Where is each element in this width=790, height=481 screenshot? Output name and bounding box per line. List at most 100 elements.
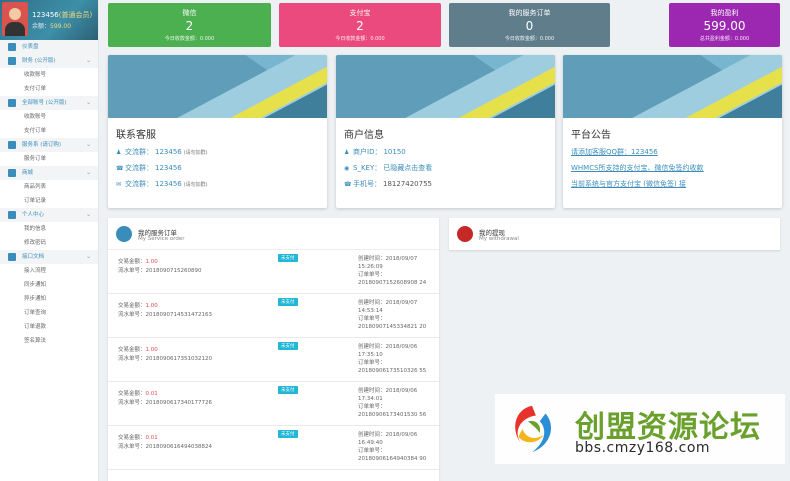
menu-icon (8, 169, 16, 177)
sidebar-item-label: 收款账号 (24, 72, 47, 78)
avatar[interactable] (2, 2, 28, 36)
sidebar-group-4[interactable]: 全部账号 (公开版) ⌄ (0, 96, 98, 110)
order-row[interactable]: 交易金额：1.00 流水单号：2018090617351032120 未支付 创建时间… (108, 338, 439, 382)
sidebar-item-label: 订单查询 (24, 310, 47, 316)
mail-icon: ✉ (116, 180, 122, 188)
balance: 余额：599.00 (32, 23, 72, 30)
menu-icon (8, 211, 16, 219)
sidebar-group-15[interactable]: 接口文档 ⌄ (0, 250, 98, 264)
user-icon: ♟ (116, 148, 122, 156)
sidebar-group-9[interactable]: 商城 ⌄ (0, 166, 98, 180)
sidebar-item-label: 服务订单 (24, 156, 47, 162)
merchant-id-row: ♟ 商户ID： 10150 (344, 148, 406, 156)
order-row[interactable]: 交易金额：1.00 流水单号：2018090714531472163 未支付 创建时间… (108, 294, 439, 338)
order-row[interactable]: 交易金额：0.01 流水单号：2018090616494038824 未支付 创建时间… (108, 426, 439, 470)
sidebar-item-10[interactable]: 商品列表 (0, 180, 98, 194)
reveal-key-link[interactable]: 已隐藏点击查看 (383, 163, 432, 173)
status-badge: 未支付 (278, 430, 298, 438)
status-badge: 未支付 (278, 254, 298, 262)
chevron-down-icon: ⌄ (85, 57, 91, 64)
order-amount: 交易金额：1.00 (118, 303, 158, 309)
order-row[interactable]: 交易金额：0.01 流水单号：2018090617340177726 未支付 创建时间… (108, 382, 439, 426)
stat-subtitle: 今日收款金额：0.000 (335, 36, 385, 42)
order-serial: 流水单号：2018090616494038824 (118, 444, 213, 450)
order-time: 创建时间：2018/09/07 14:53:14 订单单号： 20180907145… (358, 300, 427, 330)
notice-link[interactable]: 当前系统与官方支付宝 (微信免签) 接 (563, 179, 782, 189)
sidebar-group-0[interactable]: 仪表盘 (0, 40, 98, 54)
status-badge: 未支付 (278, 342, 298, 350)
status-badge: 未支付 (278, 298, 298, 306)
group-number[interactable]: 123456 (155, 164, 182, 172)
panel-subtitle: My Service order (138, 236, 185, 242)
menu-icon (8, 57, 16, 65)
sidebar-group-12[interactable]: 个人中心 ⌄ (0, 208, 98, 222)
sidebar-item-label: 签名算法 (24, 338, 47, 344)
sidebar: 123456(普通会员) 余额：599.00 仪表盘 财务 (公开版) ⌄ 收款账号支… (0, 0, 99, 481)
grid-icon (116, 226, 132, 242)
notice-card: 平台公告 请添加客服QQ群：123456 WHMCS所支持的支付宝、微信免签约收款… (563, 55, 782, 208)
support-card: 联系客服 ♟ 交流群： 123456 (请勿加群) ☎ 交流群： 123456 ✉ 交流群： 12… (108, 55, 327, 208)
sidebar-item-19[interactable]: 订单查询 (0, 306, 98, 320)
order-time: 创建时间：2018/09/06 16:49:40 订单单号： 20180906164… (358, 432, 427, 462)
order-amount: 交易金额：1.00 (118, 347, 158, 353)
eye-icon: ◉ (344, 164, 350, 172)
sidebar-item-label: 接入流程 (24, 268, 47, 274)
chevron-down-icon: ⌄ (85, 253, 91, 260)
panel-subtitle: My withdrawal (479, 236, 519, 242)
sidebar-item-label: 接口文档 (22, 254, 45, 260)
merchant-key-row: ◉ S_KEY： 已隐藏点击查看 (344, 163, 433, 173)
order-row[interactable]: 交易金额：1.00 流水单号：2018090715260890 未支付 创建时间：20… (108, 250, 439, 294)
notice-link[interactable]: WHMCS所支持的支付宝、微信免签约收款 (563, 163, 782, 173)
stat-card-0[interactable]: 微信 2 今日收款金额：0.000 (108, 3, 271, 47)
withdrawal-panel: 我的提现 My withdrawal (449, 218, 780, 250)
sidebar-item-label: 修改密码 (24, 240, 47, 246)
card-title: 商户信息 (344, 130, 384, 141)
sidebar-item-13[interactable]: 我的信息 (0, 222, 98, 236)
sidebar-item-label: 订单记录 (24, 198, 47, 204)
sidebar-item-16[interactable]: 接入流程 (0, 264, 98, 278)
order-time: 创建时间：2018/09/07 15:26:09 订单单号： 20180907152… (358, 256, 427, 286)
user-icon: ♟ (344, 148, 350, 156)
group-number[interactable]: 123456 (155, 180, 182, 188)
sidebar-item-label: 财务 (公开版) (22, 58, 56, 64)
sidebar-item-17[interactable]: 同步通知 (0, 278, 98, 292)
sidebar-item-label: 收款账号 (24, 114, 47, 120)
sidebar-item-6[interactable]: 支付订单 (0, 124, 98, 138)
sidebar-item-18[interactable]: 异步通知 (0, 292, 98, 306)
sidebar-item-3[interactable]: 支付订单 (0, 82, 98, 96)
support-row: ✉ 交流群： 123456 (请勿加群) (116, 180, 208, 188)
group-number[interactable]: 123456 (155, 148, 182, 156)
sidebar-item-label: 订单退款 (24, 324, 47, 330)
stat-value: 599.00 (703, 19, 746, 33)
order-serial: 流水单号：2018090714531472163 (118, 312, 213, 318)
sidebar-item-label: 仪表盘 (22, 44, 39, 50)
sidebar-item-11[interactable]: 订单记录 (0, 194, 98, 208)
stat-value: 0 (525, 19, 534, 33)
stat-value: 2 (185, 19, 194, 33)
order-amount: 交易金额：1.00 (118, 259, 158, 265)
sidebar-item-20[interactable]: 订单退款 (0, 320, 98, 334)
sidebar-group-7[interactable]: 服务系 (请订购) ⌄ (0, 138, 98, 152)
stat-card-3[interactable]: 我的盈利 599.00 总共盈利金额：0.000 (669, 3, 780, 47)
notice-link[interactable]: 请添加客服QQ群：123456 (563, 147, 782, 157)
chevron-down-icon: ⌄ (85, 141, 91, 148)
watermark-url: bbs.cmzy168.com (575, 440, 711, 456)
merchant-card: 商户信息 ♟ 商户ID： 10150 ◉ S_KEY： 已隐藏点击查看 ☎ 手机号： 181… (336, 55, 555, 208)
stat-card-1[interactable]: 支付宝 2 今日收款金额：0.000 (279, 3, 441, 47)
order-serial: 流水单号：2018090617351032120 (118, 356, 213, 362)
order-time: 创建时间：2018/09/06 17:34:01 订单单号： 20180906173… (358, 388, 427, 418)
sidebar-group-1[interactable]: 财务 (公开版) ⌄ (0, 54, 98, 68)
sidebar-item-21[interactable]: 签名算法 (0, 334, 98, 348)
stat-title: 我的盈利 (710, 9, 739, 17)
stat-subtitle: 今日收款金额：0.000 (164, 36, 215, 42)
sidebar-item-5[interactable]: 收款账号 (0, 110, 98, 124)
sidebar-item-2[interactable]: 收款账号 (0, 68, 98, 82)
card-banner (563, 55, 782, 118)
user-profile: 123456(普通会员) 余额：599.00 (0, 0, 98, 40)
sidebar-item-14[interactable]: 修改密码 (0, 236, 98, 250)
stat-subtitle: 总共盈利金额：0.000 (699, 36, 750, 42)
stat-card-2[interactable]: 我的服务订单 0 今日收款金额：0.000 (449, 3, 610, 47)
stat-title: 我的服务订单 (508, 9, 551, 17)
merchant-phone-row: ☎ 手机号： 18127420755 (344, 180, 432, 188)
sidebar-item-8[interactable]: 服务订单 (0, 152, 98, 166)
